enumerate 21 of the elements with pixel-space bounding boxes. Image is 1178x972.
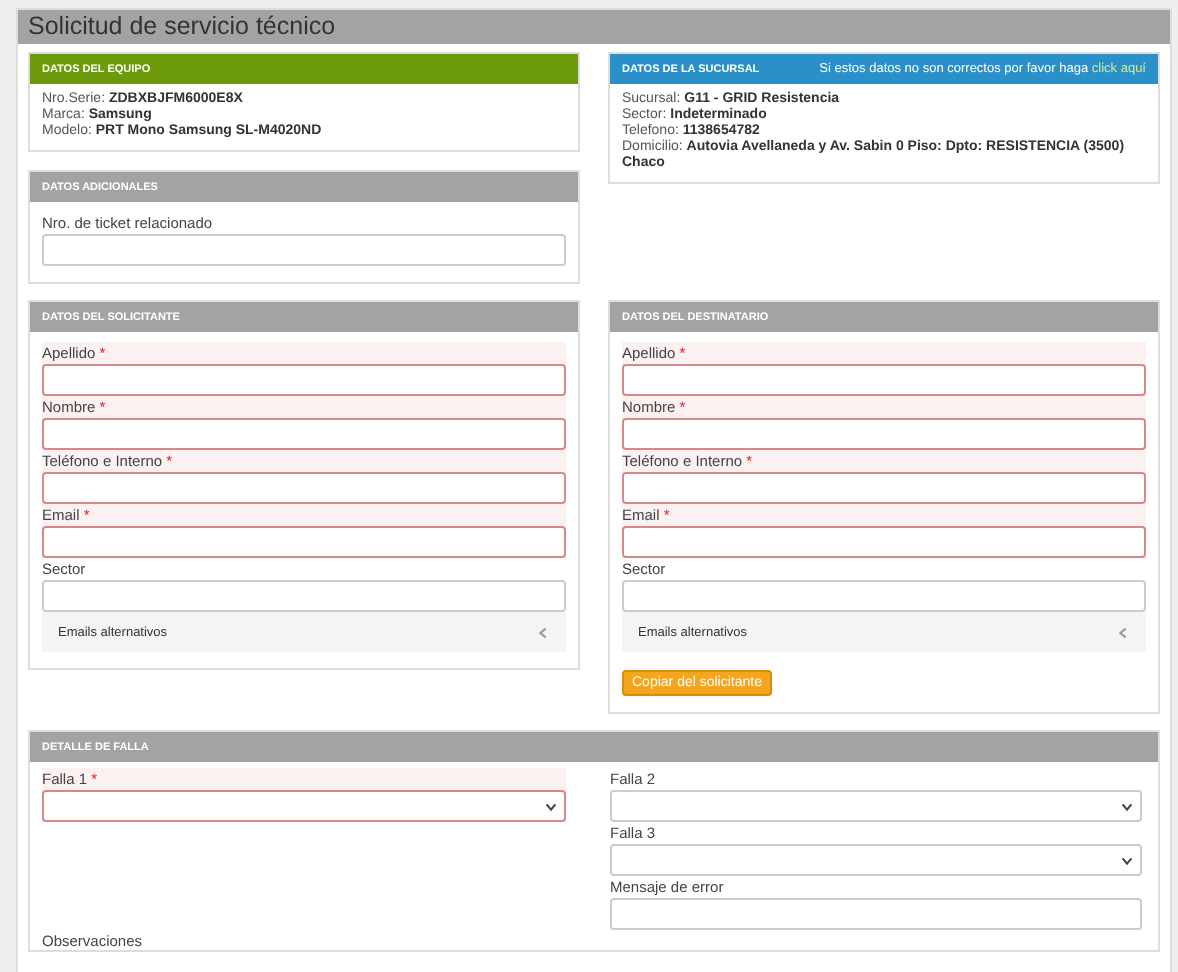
chevron-left-icon	[1116, 625, 1130, 639]
input-field[interactable]	[622, 580, 1146, 612]
input-field[interactable]	[622, 526, 1146, 558]
input-field[interactable]	[42, 472, 566, 504]
input-field[interactable]	[610, 898, 1142, 930]
chevron-down-icon	[544, 799, 558, 813]
input-field[interactable]	[622, 418, 1146, 450]
chevron-down-icon	[1120, 853, 1134, 867]
select-field[interactable]	[42, 790, 566, 822]
chevron-down-icon	[1120, 799, 1134, 813]
select-field[interactable]	[610, 790, 1142, 822]
input-field[interactable]	[42, 580, 566, 612]
select-field[interactable]	[610, 844, 1142, 876]
chevron-left-icon	[536, 625, 550, 639]
input-field[interactable]	[42, 364, 566, 396]
input-field[interactable]	[42, 234, 566, 266]
input-field[interactable]	[42, 418, 566, 450]
input-field[interactable]	[42, 526, 566, 558]
page-title: Solicitud de servicio técnico	[18, 10, 1170, 44]
input-field[interactable]	[622, 472, 1146, 504]
input-field[interactable]	[622, 364, 1146, 396]
